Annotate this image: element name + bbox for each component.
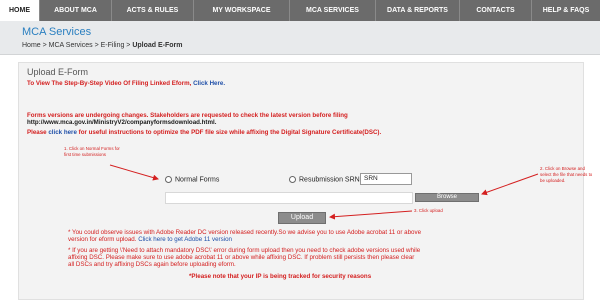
video-line: To View The Step-By-Step Video Of Filing…: [27, 80, 225, 87]
nav-acts-rules[interactable]: ACTS & RULES: [112, 0, 194, 21]
please-prefix: Please: [27, 129, 47, 136]
pdf-instructions-line: Please click here for useful instruction…: [27, 129, 381, 136]
resubmission-radio[interactable]: [289, 176, 296, 183]
nav-mca-services[interactable]: MCA SERVICES: [290, 0, 376, 21]
breadcrumb: Home > MCA Services > E-Filing > Upload …: [22, 42, 183, 49]
nav-my-workspace[interactable]: MY WORKSPACE: [194, 0, 290, 21]
browse-button[interactable]: Browse: [415, 193, 479, 202]
upload-button[interactable]: Upload: [278, 212, 326, 224]
normal-forms-radio[interactable]: [165, 176, 172, 183]
adobe-11-link[interactable]: Click here to get Adobe 11 version: [138, 236, 232, 243]
annotation-upload: 3. Click upload: [414, 208, 443, 213]
breadcrumb-home[interactable]: Home: [22, 42, 41, 49]
please-suffix: for useful instructions to optimize the …: [78, 129, 382, 136]
ip-tracking-notice: *Please note that your IP is being track…: [189, 273, 372, 280]
dsc-note-line2: affixing DSC. Please make sure to use ad…: [68, 254, 415, 261]
radio-normal-forms-row[interactable]: Normal Forms: [165, 176, 219, 183]
dsc-note-line1: * If you are getting \'Need to attach ma…: [68, 247, 421, 254]
pdf-instructions-link[interactable]: click here: [48, 129, 77, 136]
dsc-note-line3: all DSCs and try affixing DSCs again bef…: [68, 261, 236, 268]
normal-forms-label: Normal Forms: [175, 176, 220, 184]
breadcrumb-separator: >: [40, 42, 49, 49]
nav-about-mca[interactable]: ABOUT MCA: [40, 0, 112, 21]
adobe-note-line1: * You could observe issues with Adobe Re…: [68, 229, 422, 236]
breadcrumb-mca-services[interactable]: MCA Services: [49, 42, 93, 49]
breadcrumb-band: MCA Services Home > MCA Services > E-Fil…: [0, 21, 600, 55]
top-nav: HOME ABOUT MCA ACTS & RULES MY WORKSPACE…: [0, 0, 600, 21]
breadcrumb-efiling[interactable]: E-Filing: [101, 42, 125, 49]
srn-input[interactable]: SRN: [360, 173, 412, 185]
breadcrumb-current: Upload E-Form: [132, 42, 183, 49]
versions-notice: Forms versions are undergoing changes. S…: [27, 112, 348, 119]
video-text: To View The Step-By-Step Video Of Filing…: [27, 80, 192, 87]
section-title: MCA Services: [22, 26, 92, 38]
resubmission-label: Resubmission SRN: [299, 176, 360, 184]
page-title: Upload E-Form: [27, 67, 89, 77]
annotation-browse: 2. Click on Browse and select the file t…: [540, 166, 593, 183]
video-link[interactable]: Click Here.: [193, 80, 225, 87]
nav-home[interactable]: HOME: [0, 0, 40, 21]
file-path-field[interactable]: [165, 192, 413, 204]
versions-url[interactable]: http://www.mca.gov.in/MinistryV2/company…: [27, 119, 216, 126]
nav-contacts[interactable]: CONTACTS: [460, 0, 532, 21]
adobe-note-line2: version for eform upload. Click here to …: [68, 236, 232, 243]
nav-help-faqs[interactable]: HELP & FAQS: [532, 0, 600, 21]
breadcrumb-separator: >: [92, 42, 101, 49]
adobe-note-text: version for eform upload.: [68, 236, 137, 243]
nav-data-reports[interactable]: DATA & REPORTS: [376, 0, 460, 21]
radio-resubmission-row[interactable]: Resubmission SRN: [289, 176, 360, 183]
annotation-normal-forms: 1. Click on Normal Forms for first time …: [64, 146, 120, 157]
